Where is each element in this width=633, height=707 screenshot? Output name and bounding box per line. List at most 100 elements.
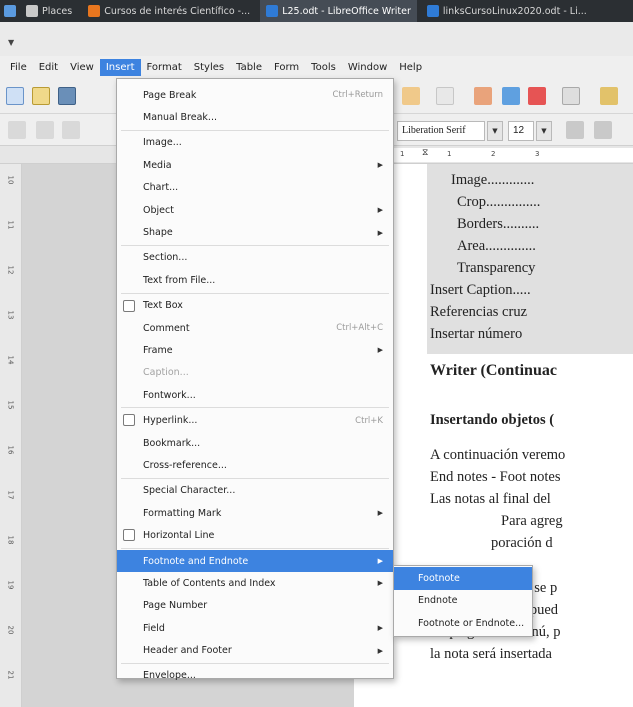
menu-item-label: Chart...: [143, 182, 179, 194]
save-icon[interactable]: [58, 87, 76, 105]
document-line: la nota será insertada: [430, 646, 552, 662]
taskbar-app-icon: [266, 5, 279, 17]
menu-styles[interactable]: Styles: [188, 59, 230, 76]
font-name-field[interactable]: Liberation Serif: [397, 121, 485, 141]
document-line: End notes - Foot notes: [430, 469, 561, 485]
menu-item-label: Bookmark...: [143, 437, 201, 449]
submenu-arrow-icon: ▶: [377, 206, 383, 215]
font-size-field[interactable]: 12: [508, 121, 534, 141]
menu-item-label: Footnote and Endnote: [143, 555, 249, 567]
update-style-icon[interactable]: [36, 121, 54, 139]
menu-item-bookmark[interactable]: Bookmark...: [117, 432, 393, 454]
menu-item-chart[interactable]: Chart...: [117, 177, 393, 199]
menu-item-label: Horizontal Line: [143, 530, 215, 542]
open-icon[interactable]: [32, 87, 50, 105]
menu-file[interactable]: File: [4, 59, 33, 76]
menu-item-label: Image...: [143, 137, 182, 149]
document-line: A continuación veremo: [430, 447, 566, 463]
menu-item-label: Object: [143, 204, 174, 216]
font-name-dropdown-icon[interactable]: ▼: [487, 121, 503, 141]
menu-separator: [121, 244, 389, 246]
taskbar-item[interactable]: Places: [20, 0, 78, 22]
section-heading: Writer (Continuac: [430, 362, 557, 379]
menu-view[interactable]: View: [64, 59, 100, 76]
vertical-ruler[interactable]: 10 11 12 13 14 15 16 17 18 19 20 21: [0, 164, 22, 707]
menu-item-comment[interactable]: Comment Ctrl+Alt+C: [117, 317, 393, 339]
document-line: Borders..........: [457, 216, 540, 232]
menu-item-formatting-mark[interactable]: Formatting Mark ▶: [117, 502, 393, 524]
menu-help[interactable]: Help: [393, 59, 428, 76]
collapse-chevron-icon[interactable]: ▼: [8, 38, 14, 47]
submenu-arrow-icon: ▶: [377, 346, 383, 355]
font-size-dropdown-icon[interactable]: ▼: [536, 121, 552, 141]
menu-item-header-and-footer[interactable]: Header and Footer ▶: [117, 639, 393, 661]
menu-item-horizontal-line[interactable]: Horizontal Line: [117, 524, 393, 546]
menu-item-special-character[interactable]: Special Character...: [117, 480, 393, 502]
menu-item-page-number[interactable]: Page Number: [117, 595, 393, 617]
menu-edit[interactable]: Edit: [33, 59, 64, 76]
formatting-marks-icon[interactable]: [528, 87, 546, 105]
menu-item-footnote-and-endnote[interactable]: Footnote and Endnote ▶: [117, 549, 393, 573]
insert-image-icon[interactable]: [600, 87, 618, 105]
menu-item-label: Special Character...: [143, 485, 236, 497]
menu-item-text-from-file[interactable]: Text from File...: [117, 269, 393, 291]
new-style-icon[interactable]: [62, 121, 80, 139]
taskbar-item-label: Places: [42, 5, 73, 17]
taskbar-item-label: Cursos de interés Científico -...: [104, 5, 251, 17]
menu-item-label: Field: [143, 622, 165, 634]
menu-table[interactable]: Table: [230, 59, 268, 76]
menu-item-label: Page Break: [143, 89, 197, 101]
menu-item-text-box[interactable]: Text Box: [117, 295, 393, 317]
menu-item-cross-reference[interactable]: Cross-reference...: [117, 454, 393, 476]
menu-bar: File Edit View Insert Format Styles Table Form T…: [0, 56, 633, 78]
menu-item-shape[interactable]: Shape ▶: [117, 221, 393, 243]
menu-item-frame[interactable]: Frame ▶: [117, 339, 393, 361]
new-document-icon[interactable]: [6, 87, 24, 105]
menu-item-section[interactable]: Section...: [117, 247, 393, 269]
find-replace-icon[interactable]: [474, 87, 492, 105]
undo-icon[interactable]: [402, 87, 420, 105]
italic-icon[interactable]: [594, 121, 612, 139]
ruler-tick: 16: [6, 445, 15, 455]
menu-item-label: Caption...: [143, 367, 189, 379]
menu-item-label: Text from File...: [143, 274, 216, 286]
menu-item-image[interactable]: Image...: [117, 132, 393, 154]
taskbar-item[interactable]: linksCursoLinux2020.odt - Li...: [421, 0, 593, 22]
menu-item-field[interactable]: Field ▶: [117, 617, 393, 639]
menu-item-envelope[interactable]: Envelope...: [117, 665, 393, 687]
menu-separator: [121, 547, 389, 549]
checkbox-icon: [123, 529, 135, 542]
menu-item-label: Frame: [143, 344, 173, 356]
taskbar-item-label: L25.odt - LibreOffice Writer: [282, 5, 411, 17]
taskbar-item[interactable]: L25.odt - LibreOffice Writer: [260, 0, 417, 22]
ruler-tick: 1: [400, 150, 405, 158]
shortcut-label: Ctrl+K: [355, 415, 383, 426]
menu-item-page-break[interactable]: Page Break Ctrl+Return: [117, 84, 393, 106]
menu-insert[interactable]: Insert: [99, 58, 141, 76]
document-line: Referencias cruz: [430, 304, 528, 320]
taskbar-item[interactable]: Cursos de interés Científico -...: [82, 0, 256, 22]
menu-item-object[interactable]: Object ▶: [117, 199, 393, 221]
submenu-item-endnote[interactable]: Endnote: [394, 590, 532, 613]
redo-icon[interactable]: [436, 87, 454, 105]
submenu-item-footnote[interactable]: Footnote: [394, 567, 532, 590]
menu-item-media[interactable]: Media ▶: [117, 154, 393, 176]
document-line: Las notas al final del: [430, 491, 551, 507]
menu-item-hyperlink[interactable]: Hyperlink... Ctrl+K: [117, 409, 393, 431]
paragraph-style-icon[interactable]: [8, 121, 26, 139]
ruler-tick: 19: [6, 580, 15, 590]
menu-item-manual-break[interactable]: Manual Break...: [117, 106, 393, 128]
menu-format[interactable]: Format: [141, 59, 188, 76]
menu-form[interactable]: Form: [268, 59, 305, 76]
menu-window[interactable]: Window: [342, 59, 393, 76]
bold-icon[interactable]: [566, 121, 584, 139]
insert-table-icon[interactable]: [562, 87, 580, 105]
indent-marker-icon[interactable]: ⧖: [422, 148, 428, 158]
menu-item-fontwork[interactable]: Fontwork...: [117, 384, 393, 406]
spelling-icon[interactable]: [502, 87, 520, 105]
menu-item-table-of-contents-and-index[interactable]: Table of Contents and Index ▶: [117, 572, 393, 594]
menu-item-label: Section...: [143, 252, 188, 264]
submenu-item-footnote-or-endnote[interactable]: Footnote or Endnote...: [394, 612, 532, 635]
start-menu-icon[interactable]: [4, 5, 16, 17]
menu-tools[interactable]: Tools: [305, 59, 342, 76]
